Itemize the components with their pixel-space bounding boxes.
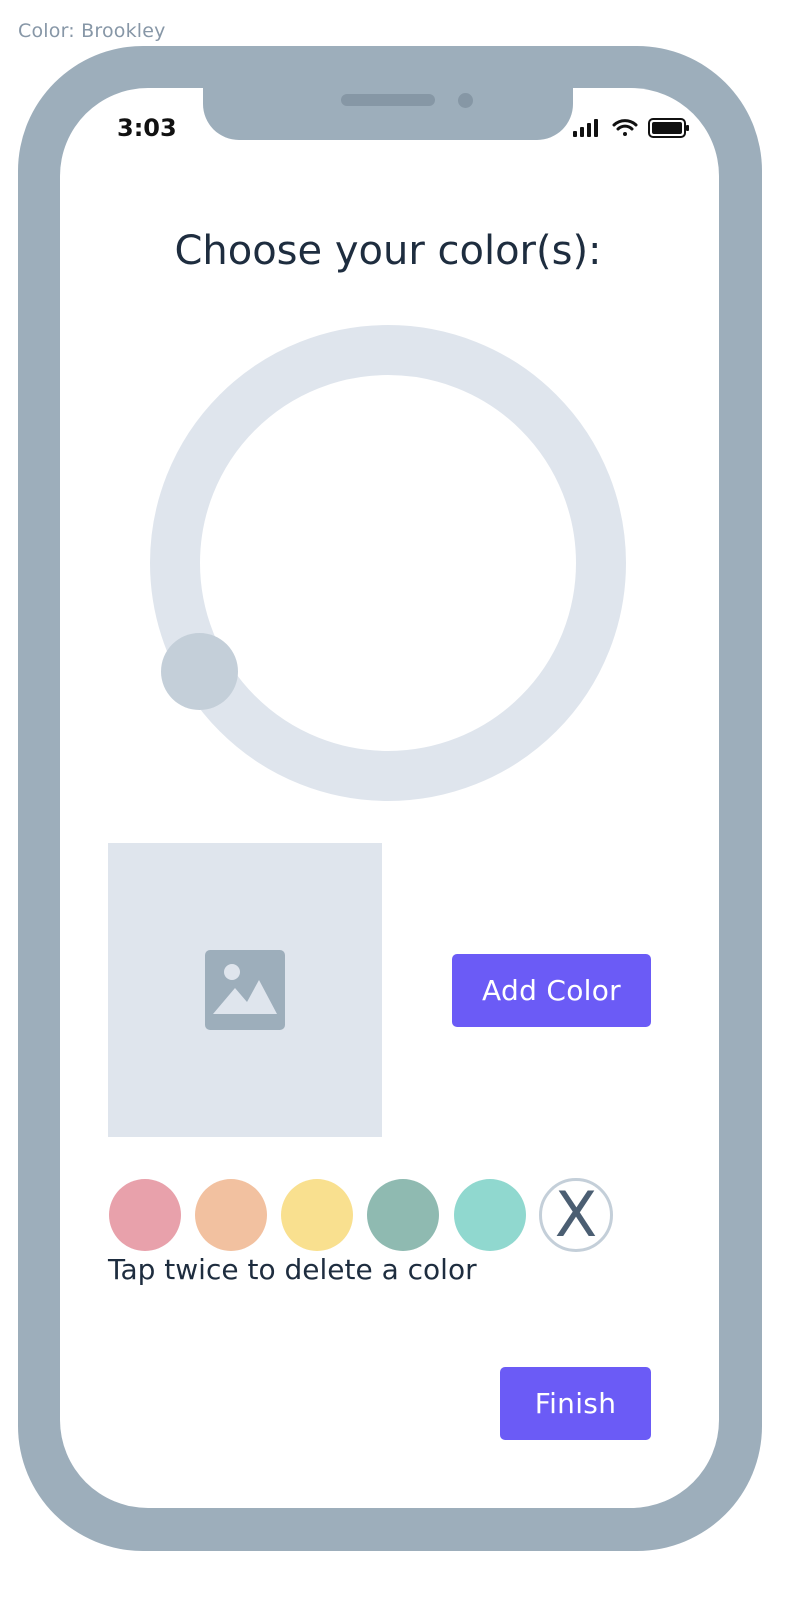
color-swatch-sage[interactable] bbox=[367, 1179, 439, 1251]
finish-button[interactable]: Finish bbox=[500, 1367, 651, 1440]
frame-label: Color: Brookley bbox=[18, 20, 166, 42]
color-swatch-yellow[interactable] bbox=[281, 1179, 353, 1251]
wifi-icon bbox=[612, 119, 638, 136]
color-swatch-peach[interactable] bbox=[195, 1179, 267, 1251]
add-color-button[interactable]: Add Color bbox=[452, 954, 651, 1027]
speaker-icon bbox=[341, 94, 435, 106]
cellular-signal-icon bbox=[573, 119, 598, 137]
status-icons bbox=[573, 118, 689, 138]
page-title: Choose your color(s): bbox=[174, 228, 602, 274]
image-placeholder-icon bbox=[205, 950, 285, 1030]
battery-icon bbox=[648, 118, 689, 138]
delete-hint: Tap twice to delete a color bbox=[108, 1253, 477, 1286]
delete-color-button[interactable]: X bbox=[539, 1178, 613, 1252]
camera-icon bbox=[458, 93, 473, 108]
color-wheel-handle[interactable] bbox=[161, 633, 238, 710]
image-preview[interactable] bbox=[108, 843, 382, 1137]
color-swatch-pink[interactable] bbox=[109, 1179, 181, 1251]
color-wheel[interactable] bbox=[150, 325, 626, 801]
close-icon: X bbox=[554, 1178, 598, 1251]
color-swatch-aqua[interactable] bbox=[454, 1179, 526, 1251]
status-time: 3:03 bbox=[117, 114, 177, 142]
